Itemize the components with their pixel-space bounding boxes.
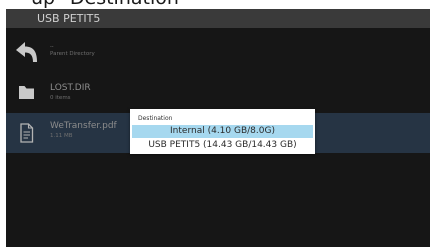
destination-dialog: Destination Internal (4.10 GB/8.0G) USB …	[130, 109, 315, 154]
file-browser-screen: USB PETIT5 .. Parent Directory LOST.DIR …	[6, 9, 430, 247]
list-item-lost-dir[interactable]: LOST.DIR 0 items	[6, 72, 430, 112]
document-icon	[13, 121, 39, 145]
back-arrow-icon	[13, 40, 39, 64]
page: up "Destination" USB PETIT5 .. Parent Di…	[0, 0, 436, 247]
list-item-name: LOST.DIR	[50, 83, 91, 93]
list-item-meta: 1.11 MB	[50, 133, 73, 139]
dialog-title: Destination	[138, 115, 173, 122]
list-item-meta: 0 items	[50, 95, 71, 101]
list-item-name: WeTransfer.pdf	[50, 121, 117, 131]
instruction-caption: up "Destination"	[0, 0, 436, 9]
folder-icon	[13, 80, 39, 104]
list-item-name: ..	[50, 42, 54, 49]
destination-option-internal[interactable]: Internal (4.10 GB/8.0G)	[132, 125, 313, 138]
list-item-parent-directory[interactable]: .. Parent Directory	[6, 32, 430, 72]
list-item-meta: Parent Directory	[50, 51, 95, 57]
instruction-caption-text: up "Destination"	[31, 0, 188, 8]
title-bar: USB PETIT5	[6, 9, 430, 28]
page-title: USB PETIT5	[37, 12, 101, 25]
destination-option-usb-petit5[interactable]: USB PETIT5 (14.43 GB/14.43 GB)	[132, 139, 313, 152]
